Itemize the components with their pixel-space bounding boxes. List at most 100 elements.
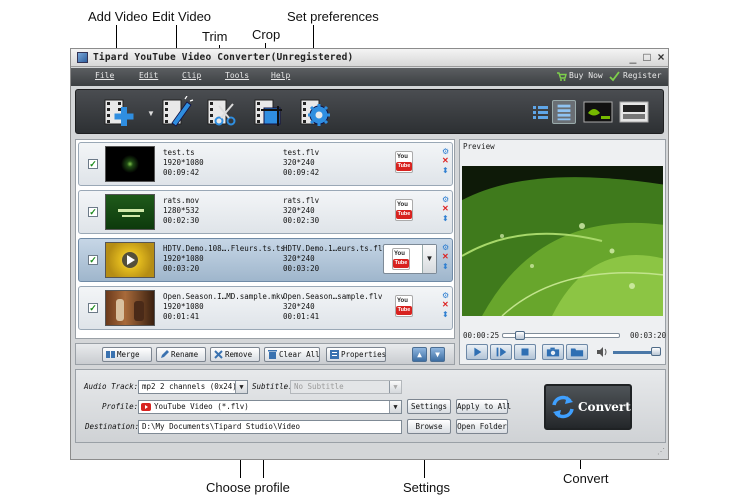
rename-button[interactable]: Rename [156,347,206,362]
youtube-profile-icon[interactable]: You Tube [395,199,413,221]
remove-button[interactable]: Remove [210,347,260,362]
row-reorder-icon[interactable]: ⬍ [442,215,449,223]
youtube-profile-icon[interactable]: You Tube [395,151,413,173]
preview-video-frame[interactable] [462,166,663,316]
profile-dropdown-arrow[interactable]: ▼ [422,245,436,273]
convert-button[interactable]: Convert [544,384,632,430]
volume-icon[interactable] [596,346,608,358]
youtube-profile-icon[interactable]: You Tube [395,295,413,317]
nvidia-cuda-icon[interactable] [583,100,613,124]
detail-view-icon[interactable] [552,100,576,124]
subtitle-select: No Subtitle ▼ [290,380,402,394]
step-forward-icon[interactable] [490,344,512,360]
youtube-you-text: You [397,154,408,160]
file-checkbox[interactable]: ✓ [88,303,98,313]
chevron-down-icon: ▼ [389,381,401,393]
file-checkbox[interactable]: ✓ [88,207,98,217]
destination-input[interactable]: D:\My Documents\Tipard Studio\Video [138,420,402,434]
callout-add-video: Add Video [88,9,148,24]
preferences-gear-icon[interactable] [298,96,332,128]
target-file-name: Open.Season…sample.flv [283,292,383,301]
video-thumbnail [105,194,155,230]
add-video-dropdown-icon[interactable]: ▼ [147,109,155,118]
row-remove-icon[interactable]: ✕ [442,205,449,213]
apply-to-all-button[interactable]: Apply to All [456,399,511,414]
snapshot-camera-icon[interactable] [542,344,564,360]
chevron-down-icon[interactable]: ▼ [389,401,401,413]
subtitle-value: No Subtitle [294,382,344,391]
file-checkbox[interactable]: ✓ [88,159,98,169]
merge-button[interactable]: Merge [102,347,152,362]
amd-app-icon[interactable] [619,100,649,124]
file-row-4[interactable]: ✓ Open.Season.I…MD.sample.mkv 1920*1080 … [78,286,453,330]
seek-slider-handle[interactable] [514,331,525,340]
file-list[interactable]: ✓ test.ts 1920*1080 00:09:42 test.flv 32… [75,139,455,339]
trim-icon[interactable] [205,96,239,128]
file-row-3[interactable]: ✓ HDTV.Demo.108….Fleurs.ts.ts 1920*1080 … [78,238,453,282]
file-row-1[interactable]: ✓ test.ts 1920*1080 00:09:42 test.flv 32… [78,142,453,186]
total-time: 00:03:20 [630,331,667,340]
move-down-button[interactable]: ▼ [430,347,445,362]
row-remove-icon[interactable]: ✕ [442,301,449,309]
list-view-icon[interactable] [528,100,552,124]
youtube-tube-text: Tube [393,259,409,268]
profile-label: Profile: [102,402,139,411]
row-edit-gear-icon[interactable]: ⚙ [442,292,449,300]
audio-track-value: mp2 2 channels (0x24) [142,382,237,391]
row-reorder-icon[interactable]: ⬍ [442,311,449,319]
menu-clip[interactable]: Clip [182,71,201,80]
menu-file[interactable]: File [95,71,114,80]
chevron-down-icon[interactable]: ▼ [235,381,247,393]
row-edit-gear-icon[interactable]: ⚙ [442,196,449,204]
audio-track-select[interactable]: mp2 2 channels (0x24) ▼ [138,380,248,394]
file-row-2[interactable]: ✓ rats.mov 1280*532 00:02:30 rats.flv 32… [78,190,453,234]
source-resolution: 1920*1080 [163,302,204,311]
seek-slider[interactable] [502,331,620,340]
menu-edit[interactable]: Edit [139,71,158,80]
menu-tools[interactable]: Tools [225,71,249,80]
video-thumbnail [105,242,155,278]
convert-label: Convert [578,400,631,414]
close-button[interactable]: × [654,50,668,65]
settings-button[interactable]: Settings [407,399,451,414]
move-up-button[interactable]: ▲ [412,347,427,362]
leaf-video-image [462,166,663,316]
crop-icon[interactable] [252,96,286,128]
row-remove-icon[interactable]: ✕ [442,253,449,261]
row-edit-gear-icon[interactable]: ⚙ [442,148,449,156]
clear-all-trash-icon [268,350,277,359]
play-icon[interactable] [106,243,154,277]
minimize-button[interactable]: _ [626,50,640,65]
profile-selector[interactable]: You Tube ▼ [383,244,437,274]
row-edit-gear-icon[interactable]: ⚙ [442,244,449,252]
menu-help[interactable]: Help [271,71,290,80]
title-bar: Tipard YouTube Video Converter(Unregiste… [71,49,668,67]
clear-all-button[interactable]: Clear All [264,347,320,362]
profile-select[interactable]: YouTube Video (*.flv) ▼ [138,400,402,414]
buy-now-link[interactable]: Buy Now [569,71,603,80]
maximize-button[interactable]: □ [640,50,654,65]
row-reorder-icon[interactable]: ⬍ [442,167,449,175]
open-snapshot-folder-icon[interactable] [566,344,588,360]
stop-button-icon[interactable] [514,344,536,360]
volume-slider-handle[interactable] [651,347,661,356]
browse-button[interactable]: Browse [407,419,451,434]
properties-button[interactable]: Properties [326,347,386,362]
edit-video-icon[interactable] [160,96,194,128]
volume-slider[interactable] [613,347,661,356]
row-reorder-icon[interactable]: ⬍ [442,263,449,271]
callout-crop: Crop [252,27,281,42]
youtube-tube-text: Tube [396,162,412,171]
merge-label: Merge [117,350,140,359]
play-button-icon[interactable] [466,344,488,360]
resize-grip-icon[interactable]: ⋰ [657,448,666,457]
file-checkbox[interactable]: ✓ [88,255,98,265]
add-video-icon[interactable] [102,96,136,128]
audio-track-label: Audio Track: [84,382,139,391]
main-toolbar: ▼ [75,89,664,134]
youtube-you-text: You [394,251,405,257]
row-remove-icon[interactable]: ✕ [442,157,449,165]
open-folder-button[interactable]: Open Folder [456,419,508,434]
target-duration: 00:02:30 [283,216,320,225]
register-link[interactable]: Register [623,71,662,80]
